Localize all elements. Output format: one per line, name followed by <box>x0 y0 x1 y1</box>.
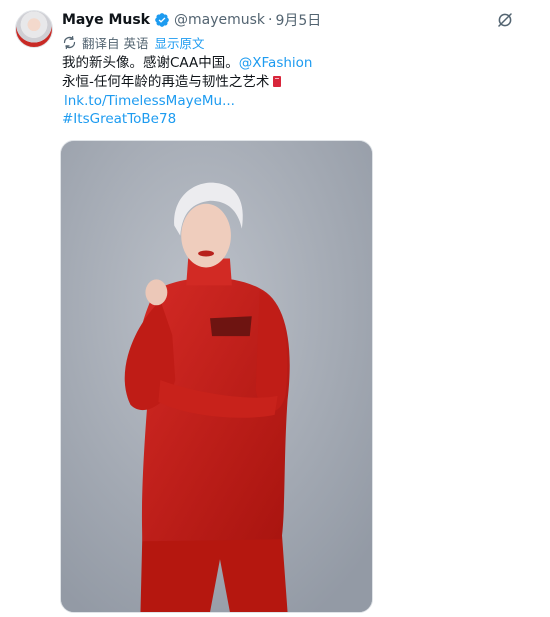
show-original-link[interactable]: 显示原文 <box>154 33 204 52</box>
tweet-text: 永恒-任何年龄的再造与韧性之艺术 <box>62 74 270 90</box>
tweet-text-line-2: 永恒-任何年龄的再造与韧性之艺术 <box>62 73 282 91</box>
tweet-date[interactable]: 9月5日 <box>275 10 321 30</box>
tweet-photo[interactable] <box>60 140 373 613</box>
verified-badge-icon <box>155 13 169 27</box>
translated-from-label: 翻译自 英语 <box>82 35 149 51</box>
tweet: Maye Musk @mayemusk · 9月5日 翻译自 英语 显示原文 我… <box>0 0 550 617</box>
mention-link[interactable]: @XFashion <box>239 55 313 71</box>
author-handle[interactable]: @mayemusk <box>174 12 265 28</box>
translate-icon <box>63 35 76 49</box>
separator-dot: · <box>268 12 273 28</box>
translation-notice: 翻译自 英语 显示原文 <box>62 33 205 51</box>
grok-slash-icon[interactable] <box>496 11 514 29</box>
red-book-emoji <box>273 76 282 87</box>
tweet-header: Maye Musk @mayemusk · 9月5日 <box>62 9 321 31</box>
avatar[interactable] <box>15 10 53 48</box>
tweet-text: 我的新头像。感谢CAA中国。 <box>62 55 239 71</box>
external-link[interactable]: lnk.to/TimelessMayeMu... <box>64 93 235 109</box>
tweet-text-line-3: lnk.to/TimelessMayeMu... <box>64 92 235 110</box>
tweet-text-line-1: 我的新头像。感谢CAA中国。@XFashion <box>62 54 312 72</box>
author-name[interactable]: Maye Musk <box>62 12 150 28</box>
hashtag-link[interactable]: #ItsGreatToBe78 <box>62 111 176 127</box>
tweet-text-line-4: #ItsGreatToBe78 <box>62 110 176 128</box>
portrait-illustration <box>61 141 372 612</box>
